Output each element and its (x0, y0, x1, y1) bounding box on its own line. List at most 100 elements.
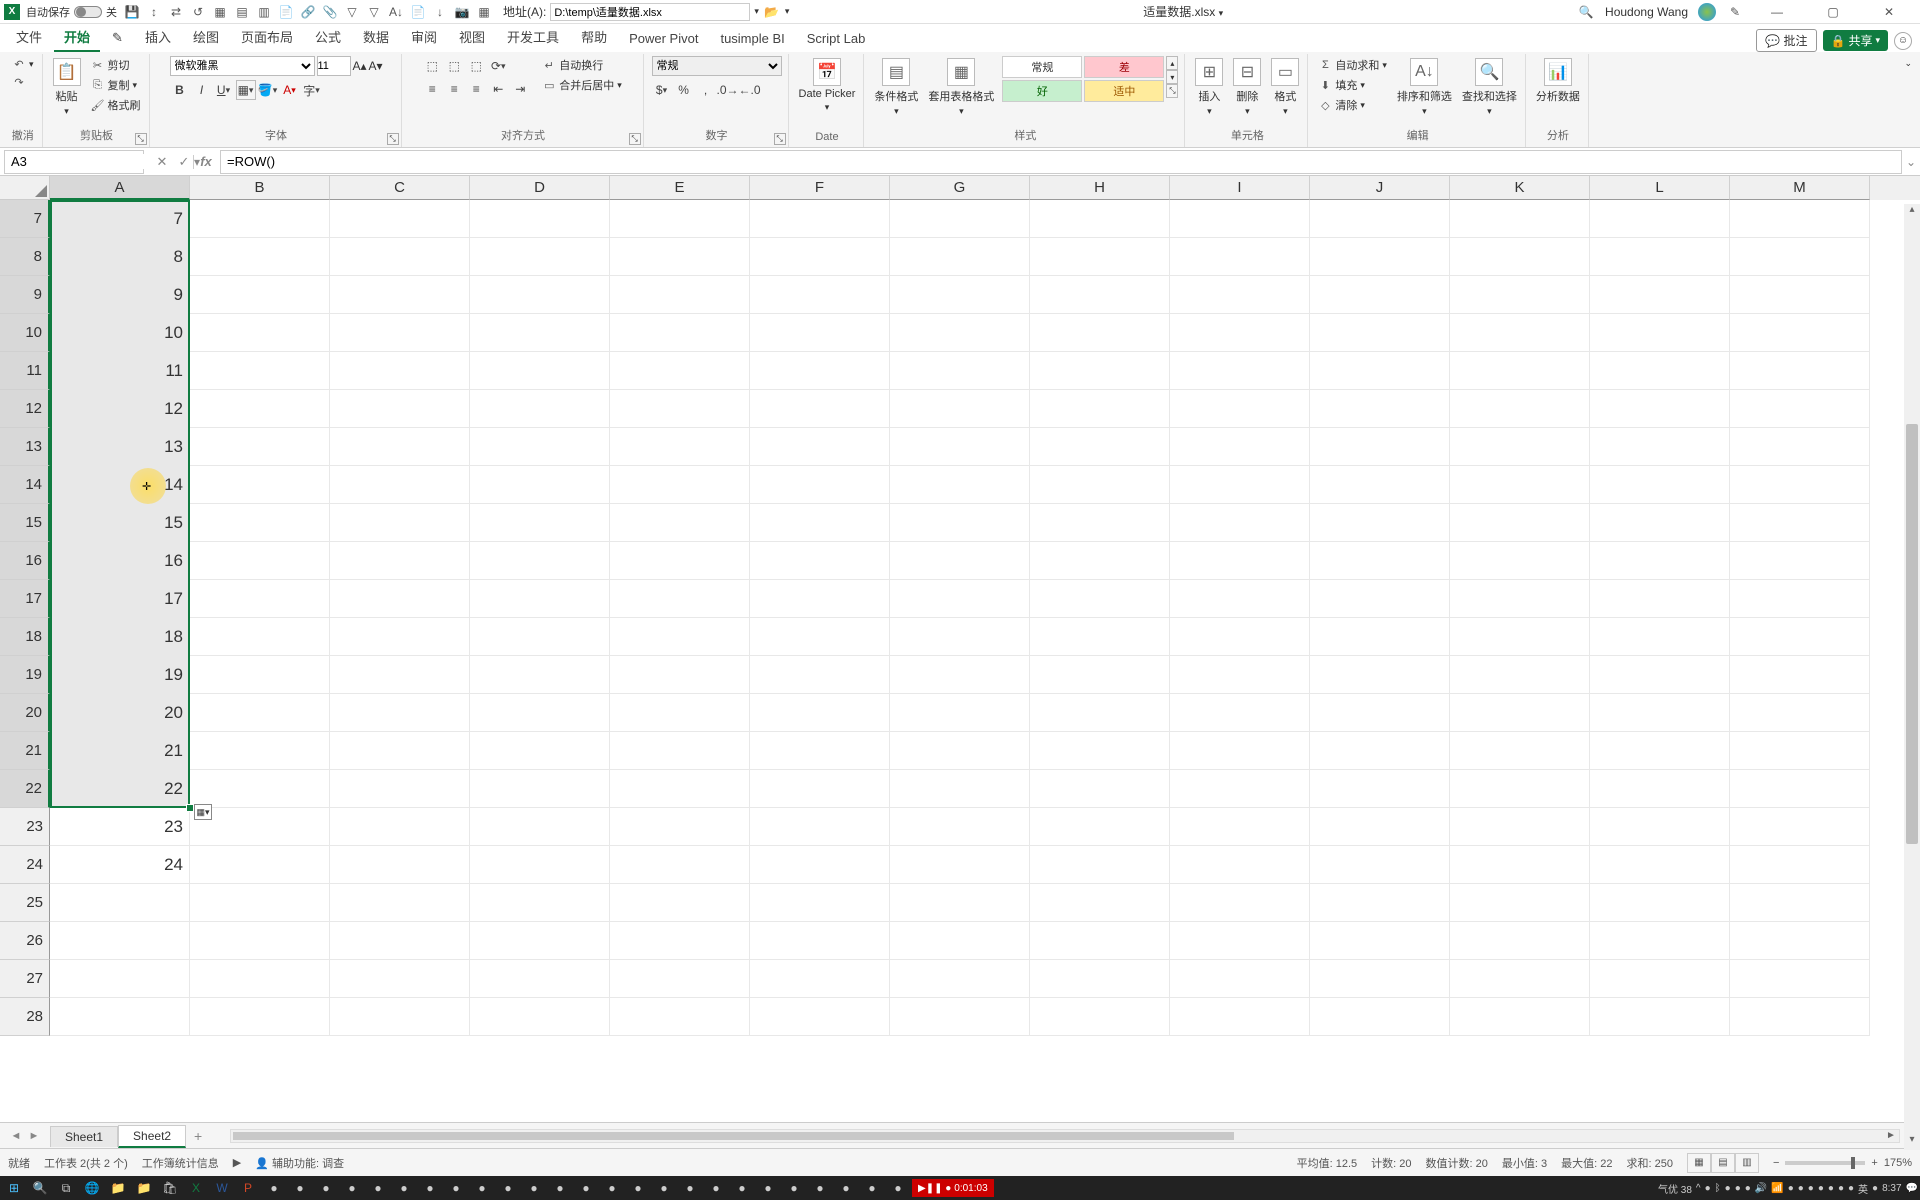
bold-button[interactable]: B (170, 80, 190, 100)
cell[interactable] (1030, 390, 1170, 428)
cell[interactable] (190, 542, 330, 580)
enter-formula-icon[interactable]: ✓ (174, 152, 194, 172)
cell[interactable] (1730, 238, 1870, 276)
cell[interactable] (190, 618, 330, 656)
date-picker-button[interactable]: 📅Date Picker▾ (797, 56, 858, 115)
cell[interactable] (1590, 314, 1730, 352)
cell[interactable] (1590, 466, 1730, 504)
cell[interactable] (610, 428, 750, 466)
cell[interactable] (1590, 922, 1730, 960)
view-normal-icon[interactable]: ▦ (1687, 1153, 1711, 1173)
row-header[interactable]: 9 (0, 276, 50, 314)
cell[interactable] (1170, 846, 1310, 884)
tab-data[interactable]: 数据 (353, 23, 399, 52)
cell[interactable] (1310, 352, 1450, 390)
cell[interactable] (1030, 998, 1170, 1036)
alignment-launcher[interactable]: ⤡ (629, 133, 641, 145)
row-header[interactable]: 17 (0, 580, 50, 618)
cell[interactable] (1030, 504, 1170, 542)
taskbar-app-29[interactable]: ● (886, 1177, 910, 1199)
italic-button[interactable]: I (192, 80, 212, 100)
formatpainter-button[interactable]: 🖌格式刷 (89, 96, 143, 114)
cell[interactable] (1590, 998, 1730, 1036)
taskbar-app-6[interactable]: ● (288, 1177, 312, 1199)
tab-draw-pen-icon[interactable]: ✎ (102, 26, 133, 52)
cell[interactable] (190, 922, 330, 960)
cell[interactable] (330, 694, 470, 732)
cell[interactable] (890, 200, 1030, 238)
font-color-button[interactable]: A▾ (280, 80, 300, 100)
cell[interactable] (610, 238, 750, 276)
find-select-button[interactable]: 🔍查找和选择▾ (1460, 56, 1519, 119)
cell[interactable] (890, 352, 1030, 390)
cell[interactable]: 12 (50, 390, 190, 428)
cell[interactable] (1030, 466, 1170, 504)
autosave-toggle[interactable]: 自动保存 关 (26, 4, 117, 20)
qat-icon-9[interactable]: 📎 (321, 3, 339, 21)
cell[interactable] (330, 580, 470, 618)
cell[interactable] (1450, 922, 1590, 960)
cell[interactable] (470, 656, 610, 694)
increase-decimal-icon[interactable]: .0→ (718, 80, 738, 100)
sort-filter-button[interactable]: A↓排序和筛选▾ (1395, 56, 1454, 119)
tab-formulas[interactable]: 公式 (305, 23, 351, 52)
cell[interactable] (610, 466, 750, 504)
cell[interactable] (470, 770, 610, 808)
ime-indicator[interactable]: 英 (1858, 1181, 1868, 1196)
cell[interactable] (1310, 960, 1450, 998)
recording-indicator[interactable]: ▶❚❚ ● 0:01:03 (912, 1179, 994, 1197)
cell[interactable] (1170, 504, 1310, 542)
tab-home[interactable]: 开始 (54, 23, 100, 52)
taskbar-ppt-icon[interactable]: P (236, 1177, 260, 1199)
align-center-icon[interactable]: ≡ (444, 79, 464, 99)
cell[interactable] (1310, 504, 1450, 542)
cell[interactable] (610, 922, 750, 960)
cell[interactable] (330, 504, 470, 542)
underline-button[interactable]: U▾ (214, 80, 234, 100)
autofill-options-icon[interactable]: ▦▾ (194, 804, 212, 820)
cell[interactable] (750, 428, 890, 466)
undo-button[interactable]: ↶▾ (10, 56, 36, 72)
horizontal-scrollbar[interactable]: ◄ ► (230, 1129, 1900, 1143)
cell[interactable] (750, 238, 890, 276)
copy-button[interactable]: ⎘复制▾ (89, 76, 143, 94)
cell[interactable] (470, 504, 610, 542)
cell[interactable] (190, 732, 330, 770)
cell[interactable] (1450, 238, 1590, 276)
row-header[interactable]: 14 (0, 466, 50, 504)
cell[interactable] (190, 884, 330, 922)
cell[interactable] (890, 580, 1030, 618)
cell[interactable] (1730, 580, 1870, 618)
cell[interactable] (1310, 428, 1450, 466)
user-avatar-icon[interactable] (1698, 3, 1716, 21)
cell[interactable] (1310, 314, 1450, 352)
cell[interactable]: 17 (50, 580, 190, 618)
cell[interactable] (1590, 694, 1730, 732)
taskbar-app-9[interactable]: ● (366, 1177, 390, 1199)
cell[interactable] (470, 884, 610, 922)
view-pagebreak-icon[interactable]: ▥ (1735, 1153, 1759, 1173)
cell[interactable] (1590, 884, 1730, 922)
tray-icon-8[interactable]: ● (1788, 1183, 1794, 1194)
row-header[interactable]: 23 (0, 808, 50, 846)
decrease-font-icon[interactable]: A▾ (369, 59, 383, 73)
cell[interactable] (890, 504, 1030, 542)
style-neutral[interactable]: 适中 (1084, 80, 1164, 102)
qat-icon-3[interactable]: ↺ (189, 3, 207, 21)
cell[interactable] (470, 200, 610, 238)
row-header[interactable]: 28 (0, 998, 50, 1036)
cell[interactable] (1170, 960, 1310, 998)
row-header[interactable]: 18 (0, 618, 50, 656)
align-top-icon[interactable]: ⬚ (422, 56, 442, 76)
cell[interactable]: 9 (50, 276, 190, 314)
tab-file[interactable]: 文件 (6, 23, 52, 52)
tray-icon-11[interactable]: ● (1818, 1183, 1824, 1194)
zoom-in-icon[interactable]: + (1871, 1157, 1877, 1169)
cell[interactable] (610, 998, 750, 1036)
zoom-level[interactable]: 175% (1884, 1157, 1912, 1169)
number-format-select[interactable]: 常规 (652, 56, 782, 76)
cell[interactable] (1030, 694, 1170, 732)
taskbar-word-icon[interactable]: W (210, 1177, 234, 1199)
comma-icon[interactable]: , (696, 80, 716, 100)
cell[interactable] (190, 466, 330, 504)
